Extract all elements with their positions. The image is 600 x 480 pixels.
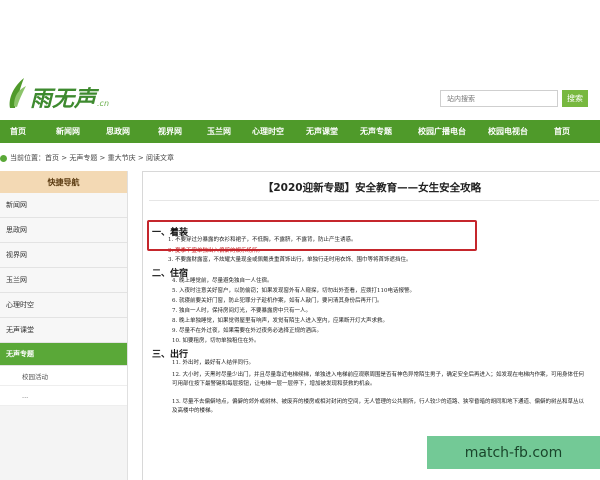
nav-item-topics[interactable]: 无声专题 — [360, 120, 406, 143]
sidebar-item-politics[interactable]: 思政网 — [0, 218, 127, 243]
article-line: 8. 晚上单独睡觉，如果觉得屋里有响声，发觉有陌生人进入室内，应果断开灯大声求救… — [172, 318, 388, 324]
nav-item-news[interactable]: 新闻网 — [56, 120, 94, 143]
location-icon — [0, 154, 7, 162]
leaf-logo-icon — [9, 78, 26, 108]
nav-item-vision[interactable]: 视界网 — [158, 120, 196, 143]
nav-item-magnolia[interactable]: 玉兰网 — [207, 120, 245, 143]
page: 雨无声 .cn 搜索 首页 新闻网 思政网 视界网 玉兰网 心理时空 无声课堂 … — [0, 0, 600, 480]
sidebar-item-psychology[interactable]: 心理时空 — [0, 293, 127, 318]
nav-item-home-2[interactable]: 首页 — [554, 120, 580, 143]
article-line: 3. 不要露财露富，不炫耀大量现金或佩戴贵重首饰出行，单独行走时用衣饰、围巾等将… — [168, 257, 412, 263]
nav-item-politics[interactable]: 思政网 — [106, 120, 144, 143]
search-button[interactable]: 搜索 — [562, 90, 588, 107]
article-line: 11. 外出时，最好有人结伴同行。 — [172, 360, 254, 366]
logo-domain: .cn — [97, 99, 110, 108]
search-area: 搜索 — [440, 90, 588, 107]
sidebar-subitem-campus[interactable]: 校园活动 — [0, 366, 127, 386]
site-header: 雨无声 .cn 搜索 — [0, 60, 600, 120]
sidebar-item-classroom[interactable]: 无声课堂 — [0, 318, 127, 343]
sidebar: 快捷导航 新闻网 思政网 视界网 玉兰网 心理时空 无声课堂 无声专题 校园活动… — [0, 171, 128, 480]
article-title: 【2020迎新专题】安全教育——女生安全攻略 — [262, 182, 482, 194]
section-heading-travel: 三、出行 — [152, 350, 189, 360]
breadcrumb-text: 当前位置：首页 > 无声专题 > 重大节庆 > 阅读文章 — [10, 154, 174, 162]
main-nav: 首页 新闻网 思政网 视界网 玉兰网 心理时空 无声课堂 无声专题 校园广播电台… — [0, 120, 600, 143]
site-logo[interactable]: 雨无声 .cn — [6, 76, 109, 110]
search-input[interactable] — [440, 90, 558, 107]
sidebar-item-magnolia[interactable]: 玉兰网 — [0, 268, 127, 293]
article-line: 12. 大小时，天黑时尽量少出门，并且尽量靠近电梯候梯，单独进入电梯前应观察周围… — [172, 372, 585, 387]
article-line: 4. 晚上睡觉前，尽量避免独自一人住宿。 — [172, 278, 273, 284]
article-content: 【2020迎新专题】安全教育——女生安全攻略 — [142, 171, 600, 480]
article-line: 7. 独自一人时，保持房间灯光，不要暴露房中只有一人。 — [172, 308, 311, 314]
article-line: 10. 如要租房，切勿单独租住在外。 — [172, 338, 260, 344]
nav-item-home[interactable]: 首页 — [10, 120, 44, 143]
sidebar-item-topics[interactable]: 无声专题 — [0, 343, 127, 366]
title-divider — [149, 200, 599, 201]
logo-text: 雨无声 — [30, 86, 97, 112]
sidebar-subitem-more[interactable]: ... — [0, 386, 127, 406]
breadcrumb: 当前位置：首页 > 无声专题 > 重大节庆 > 阅读文章 — [0, 152, 174, 164]
article-line: 13. 尽量不去偏僻地点，偏僻的郊外或树林、被废弃的楼房或相对封闭的空间，无人管… — [172, 399, 585, 414]
article-line: 9. 尽量不在外过夜，如果需要在外过夜务必选择正规的酒店。 — [172, 328, 322, 334]
sidebar-item-vision[interactable]: 视界网 — [0, 243, 127, 268]
sidebar-title: 快捷导航 — [0, 171, 127, 193]
nav-item-classroom[interactable]: 无声课堂 — [306, 120, 352, 143]
nav-item-psychology[interactable]: 心理时空 — [252, 120, 298, 143]
sidebar-item-news[interactable]: 新闻网 — [0, 193, 127, 218]
article-line: 6. 就寝前要关好门窗，防止犯罪分子趁机作案，如有人敲门，要问清其身份后再开门。 — [172, 298, 383, 304]
article-line: 5. 入夜时注意关好窗户，以防偷窃；如果发现窗外有人窥探，切勿出外查看，应拨打1… — [172, 288, 415, 294]
top-blank-area — [0, 0, 600, 34]
watermark-badge: match-fb.com — [427, 436, 600, 469]
nav-item-tv[interactable]: 校园电视台 — [488, 120, 542, 143]
highlight-annotation — [147, 220, 477, 251]
nav-item-radio[interactable]: 校园广播电台 — [418, 120, 478, 143]
